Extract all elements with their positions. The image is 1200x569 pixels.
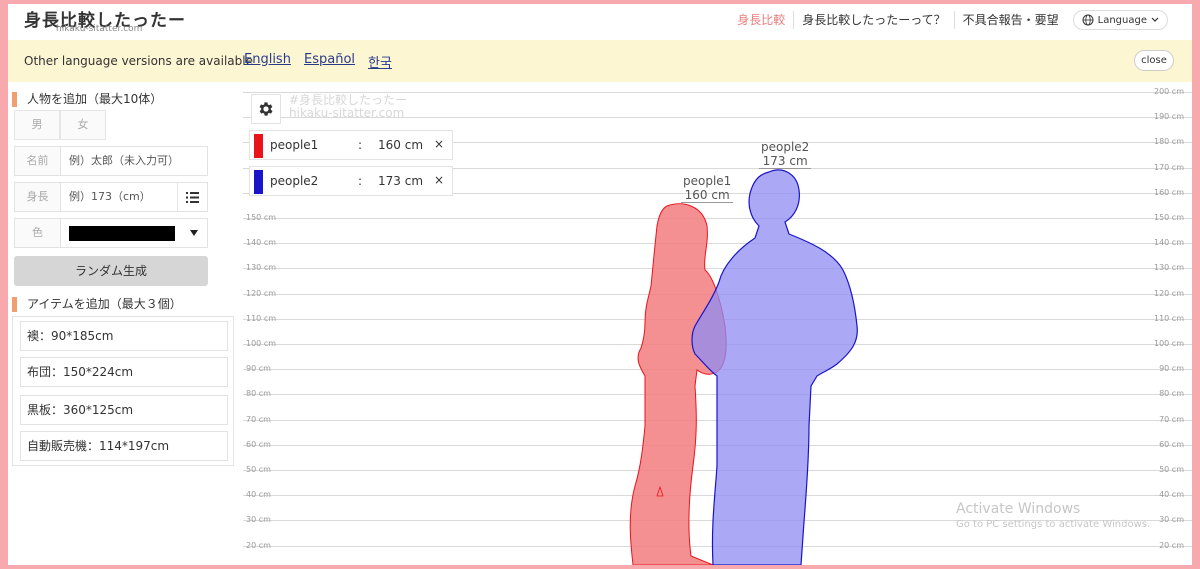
color-swatch[interactable] bbox=[69, 226, 175, 241]
people1-silhouette[interactable] bbox=[629, 203, 727, 565]
logo-subtitle: hikaku-sitatter.com bbox=[56, 24, 143, 34]
language-notice-bar: Other language versions are available En… bbox=[8, 40, 1192, 82]
people2-figure-name: people2 bbox=[761, 140, 810, 154]
language-notice-text: Other language versions are available bbox=[24, 54, 253, 68]
people2-colon: : bbox=[358, 174, 363, 188]
activation-subtitle: Go to PC settings to activate Windows. bbox=[956, 519, 1151, 530]
language-button[interactable]: Language bbox=[1072, 10, 1168, 30]
height-field[interactable]: 身長 例）173（cm） bbox=[14, 182, 208, 212]
app-frame: 身長比較したったー hikaku-sitatter.com 身長比較 身長比較し… bbox=[8, 4, 1192, 565]
nav-about[interactable]: 身長比較したったーって？ bbox=[794, 11, 955, 29]
person-row-people1[interactable]: people1 : 160 cm × bbox=[249, 130, 453, 160]
people2-height: 173 cm bbox=[378, 174, 424, 188]
name-input[interactable]: 例）太郎（未入力可） bbox=[69, 147, 179, 175]
item-blackboard[interactable]: 黒板：360*125cm bbox=[20, 395, 228, 425]
link-english[interactable]: English bbox=[244, 52, 291, 67]
person-row-people2[interactable]: people2 : 173 cm × bbox=[249, 166, 453, 196]
item-vending-machine[interactable]: 自動販売機：114*197cm bbox=[20, 431, 228, 461]
add-person-title: 人物を追加（最大10体） bbox=[12, 92, 162, 107]
item-fusuma[interactable]: 襖：90*185cm bbox=[20, 321, 228, 351]
name-label: 名前 bbox=[15, 147, 61, 175]
add-item-title: アイテムを追加（最大３個） bbox=[12, 297, 182, 312]
nav-height-compare[interactable]: 身長比較 bbox=[729, 11, 795, 29]
color-field[interactable]: 色 bbox=[14, 218, 208, 248]
people1-figure-height: 160 cm bbox=[684, 188, 730, 202]
people2-silhouette[interactable] bbox=[691, 169, 858, 565]
activation-title: Activate Windows bbox=[956, 501, 1081, 517]
people1-figure-name: people1 bbox=[683, 174, 732, 188]
settings-button[interactable] bbox=[251, 94, 281, 124]
people1-colon: : bbox=[358, 138, 363, 152]
watermark: #身長比較したったー hikaku-sitatter.com bbox=[289, 94, 407, 120]
people1-figure-label: people1 160 cm bbox=[681, 174, 734, 203]
color-label: 色 bbox=[15, 219, 61, 247]
dropdown-arrow-icon bbox=[190, 230, 198, 236]
name-field[interactable]: 名前 例）太郎（未入力可） bbox=[14, 146, 208, 176]
male-button[interactable]: 男 bbox=[14, 110, 60, 140]
height-chart: 200 cm 190 cm 180 cm 170 cm 160 cm 150 cm 150 … bbox=[243, 86, 1192, 565]
people2-color-swatch bbox=[254, 170, 263, 194]
link-korean[interactable]: 한국 bbox=[368, 52, 392, 71]
language-label: Language bbox=[1097, 14, 1147, 26]
people1-height: 160 cm bbox=[378, 138, 424, 152]
people1-remove-icon[interactable]: × bbox=[434, 137, 444, 151]
link-spanish[interactable]: Español bbox=[304, 52, 355, 67]
list-button[interactable] bbox=[177, 183, 207, 211]
header: 身長比較したったー hikaku-sitatter.com 身長比較 身長比較し… bbox=[8, 4, 1192, 40]
height-input[interactable]: 例）173（cm） bbox=[69, 183, 151, 211]
height-label: 身長 bbox=[15, 183, 61, 211]
people2-name: people2 bbox=[270, 174, 319, 188]
windows-activation-overlay: Activate Windows Go to PC settings to ac… bbox=[956, 501, 1150, 530]
gear-icon bbox=[259, 102, 273, 116]
people2-figure-height: 173 cm bbox=[762, 154, 808, 168]
close-button[interactable]: close bbox=[1134, 50, 1174, 71]
people2-figure-label: people2 173 cm bbox=[759, 140, 812, 169]
people1-color-swatch bbox=[254, 134, 263, 158]
list-icon bbox=[186, 191, 199, 203]
items-list: 襖：90*185cm 布団：150*224cm 黒板：360*125cm 自動販… bbox=[12, 316, 234, 466]
people2-remove-icon[interactable]: × bbox=[434, 173, 444, 187]
sidebar: 人物を追加（最大10体） 男 女 名前 例）太郎（未入力可） 身長 例）173（… bbox=[8, 82, 240, 565]
nav-bug-report[interactable]: 不具合報告・要望 bbox=[955, 11, 1067, 29]
people1-name: people1 bbox=[270, 138, 319, 152]
female-button[interactable]: 女 bbox=[60, 110, 106, 140]
watermark-line-2: hikaku-sitatter.com bbox=[289, 106, 405, 120]
random-generate-button[interactable]: ランダム生成 bbox=[14, 256, 208, 286]
top-nav: 身長比較 身長比較したったーって？ 不具合報告・要望 Language bbox=[729, 10, 1168, 30]
chevron-down-icon bbox=[1151, 17, 1159, 22]
globe-icon bbox=[1082, 14, 1094, 26]
item-futon[interactable]: 布団：150*224cm bbox=[20, 357, 228, 387]
